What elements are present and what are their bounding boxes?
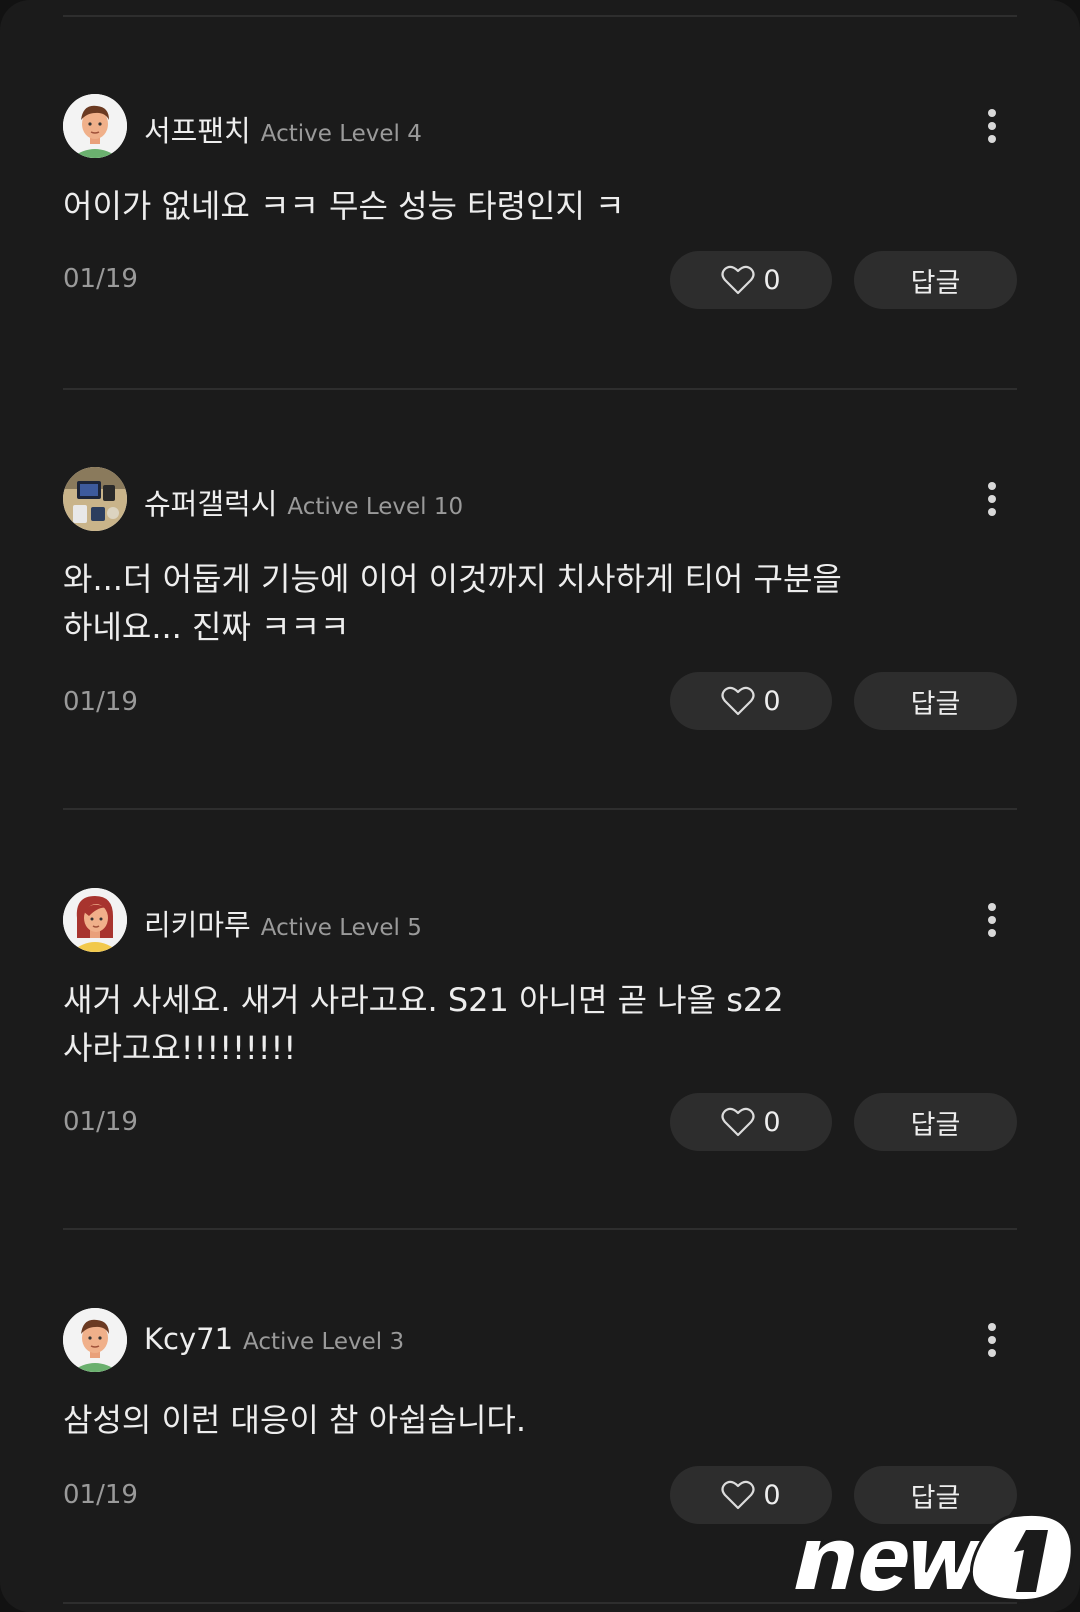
heart-outline-icon: [721, 686, 755, 716]
reply-button[interactable]: 답글: [854, 672, 1017, 730]
heart-outline-icon: [721, 265, 755, 295]
avatar-man-icon: [63, 94, 127, 158]
comments-panel: 서프팬치 Active Level 4 어이가 없네요 ㅋㅋ 무슨 성능 타령인…: [0, 0, 1080, 1612]
user-level: Active Level 10: [287, 494, 464, 520]
comment-date: 01/19: [63, 1480, 138, 1510]
more-options-button[interactable]: [970, 1318, 1014, 1362]
username[interactable]: Kcy71: [144, 1322, 233, 1356]
heart-outline-icon: [721, 1107, 755, 1137]
reply-label: 답글: [910, 1482, 961, 1514]
like-count: 0: [763, 1106, 781, 1138]
more-vertical-icon: [988, 1323, 996, 1357]
comment-header: 리키마루 Active Level 5: [144, 902, 422, 942]
like-button[interactable]: 0: [670, 251, 832, 309]
like-count: 0: [763, 685, 781, 717]
like-count: 0: [763, 1479, 781, 1511]
comment-date: 01/19: [63, 687, 138, 717]
more-options-button[interactable]: [970, 477, 1014, 521]
comment-header: 서프팬치 Active Level 4: [144, 108, 422, 148]
reply-label: 답글: [910, 267, 961, 299]
divider: [63, 388, 1017, 390]
divider: [63, 1228, 1017, 1230]
more-vertical-icon: [988, 482, 996, 516]
comment-text: 새거 사세요. 새거 사라고요. S21 아니면 곧 나올 s22 사라고요!!…: [63, 981, 784, 1067]
more-options-button[interactable]: [970, 104, 1014, 148]
like-count: 0: [763, 264, 781, 296]
avatar[interactable]: [63, 888, 127, 952]
user-level: Active Level 4: [260, 121, 422, 147]
comment-text: 와...더 어둡게 기능에 이어 이것까지 치사하게 티어 구분을 하네요...…: [63, 560, 842, 646]
reply-label: 답글: [910, 688, 961, 720]
avatar-woman-icon: [63, 888, 127, 952]
avatar[interactable]: [63, 467, 127, 531]
divider: [63, 808, 1017, 810]
comment-date: 01/19: [63, 1107, 138, 1137]
comment-header: Kcy71 Active Level 3: [144, 1322, 404, 1362]
avatar[interactable]: [63, 1308, 127, 1372]
comment-date: 01/19: [63, 264, 138, 294]
reply-button[interactable]: 답글: [854, 251, 1017, 309]
avatar-man-icon: [63, 1308, 127, 1372]
user-level: Active Level 5: [260, 915, 422, 941]
like-button[interactable]: 0: [670, 672, 832, 730]
divider: [63, 15, 1017, 17]
like-button[interactable]: 0: [670, 1093, 832, 1151]
username[interactable]: 서프팬치: [144, 108, 251, 150]
comment-text: 삼성의 이런 대응이 참 아쉽습니다.: [63, 1401, 527, 1439]
comment-header: 슈퍼갤럭시 Active Level 10: [144, 481, 463, 521]
avatar[interactable]: [63, 94, 127, 158]
news1-watermark-logo: [792, 1512, 1074, 1603]
more-options-button[interactable]: [970, 898, 1014, 942]
user-level: Active Level 3: [243, 1329, 405, 1355]
comment-text: 어이가 없네요 ㅋㅋ 무슨 성능 타령인지 ㅋ: [63, 187, 625, 225]
reply-button[interactable]: 답글: [854, 1093, 1017, 1151]
username[interactable]: 슈퍼갤럭시: [144, 481, 277, 523]
reply-label: 답글: [910, 1109, 961, 1141]
username[interactable]: 리키마루: [144, 902, 251, 944]
avatar-photo-icon: [63, 467, 127, 531]
more-vertical-icon: [988, 109, 996, 143]
more-vertical-icon: [988, 903, 996, 937]
heart-outline-icon: [721, 1480, 755, 1510]
